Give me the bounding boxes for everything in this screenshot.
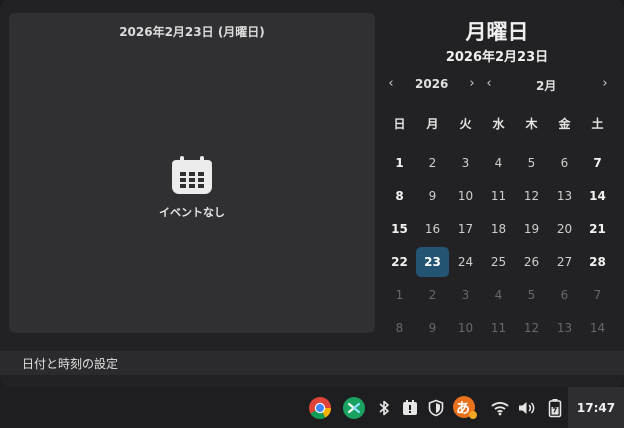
calendar-day[interactable]: 28: [581, 247, 614, 277]
calendar-day[interactable]: 22: [383, 247, 416, 277]
battery-icon[interactable]: [542, 395, 568, 421]
weekday-header: 火: [459, 116, 472, 131]
no-events-label: イベントなし: [159, 206, 225, 219]
calendar-day[interactable]: 4: [482, 148, 515, 178]
calendar-day[interactable]: 11: [482, 313, 515, 343]
weekday-header: 月: [426, 116, 439, 131]
calendar-day[interactable]: 10: [449, 313, 482, 343]
calendar-day[interactable]: 24: [449, 247, 482, 277]
calendar-day[interactable]: 5: [515, 280, 548, 310]
calendar-day[interactable]: 16: [416, 214, 449, 244]
calendar-day[interactable]: 19: [515, 214, 548, 244]
calendar-day[interactable]: 15: [383, 214, 416, 244]
events-panel: 2026年2月23日 (月曜日) イベントなし: [9, 13, 375, 333]
calendar-day[interactable]: 25: [482, 247, 515, 277]
date-time-settings-label: 日付と時刻の設定: [22, 357, 119, 371]
calendar-day[interactable]: 1: [383, 148, 416, 178]
calendar-day[interactable]: 3: [449, 148, 482, 178]
calendar-day[interactable]: 3: [449, 280, 482, 310]
calendar-icon: [170, 156, 214, 200]
weekday-header: 金: [558, 116, 571, 131]
next-month-button[interactable]: ›: [598, 76, 612, 91]
calendar-day[interactable]: 13: [548, 313, 581, 343]
weekday-header: 木: [525, 116, 538, 131]
calendar-day[interactable]: 7: [581, 280, 614, 310]
calendar-day[interactable]: 21: [581, 214, 614, 244]
notification-icon[interactable]: [397, 395, 423, 421]
calendar-day[interactable]: 5: [515, 148, 548, 178]
calendar-day[interactable]: 14: [581, 313, 614, 343]
calendar-day[interactable]: 18: [482, 214, 515, 244]
volume-icon[interactable]: [514, 395, 540, 421]
calendar-day[interactable]: 12: [515, 313, 548, 343]
remote-desktop-icon[interactable]: [341, 395, 367, 421]
calendar-day[interactable]: 14: [581, 181, 614, 211]
taskbar: あ 17:47: [0, 387, 624, 428]
calendar-day[interactable]: 6: [548, 280, 581, 310]
calendar-day[interactable]: 12: [515, 181, 548, 211]
weekday-header: 日: [393, 116, 406, 131]
calendar-day[interactable]: 7: [581, 148, 614, 178]
ime-glyph: あ: [456, 401, 470, 417]
calendar-day[interactable]: 17: [449, 214, 482, 244]
no-events-placeholder: イベントなし: [9, 156, 375, 220]
calendar-day[interactable]: 1: [383, 280, 416, 310]
current-weekday: 月曜日: [465, 20, 529, 44]
calendar-day[interactable]: 8: [383, 313, 416, 343]
weekday-header: 土: [591, 116, 604, 131]
calendar-day[interactable]: 8: [383, 181, 416, 211]
calendar-day[interactable]: 20: [548, 214, 581, 244]
calendar-day[interactable]: 13: [548, 181, 581, 211]
next-year-button[interactable]: ›: [465, 76, 479, 91]
calendar-day[interactable]: 27: [548, 247, 581, 277]
calendar-day[interactable]: 2: [416, 148, 449, 178]
calendar-day[interactable]: 9: [416, 313, 449, 343]
calendar-widget: 月曜日 2026年2月23日 ‹ 2026 › ‹ 2月 › 日月火水木金土12…: [380, 0, 624, 340]
clock-time: 17:47: [576, 400, 616, 415]
prev-month-button[interactable]: ‹: [482, 76, 496, 91]
year-label: 2026: [415, 77, 449, 91]
calendar-day[interactable]: 10: [449, 181, 482, 211]
calendar-day[interactable]: 11: [482, 181, 515, 211]
calendar-day[interactable]: 4: [482, 280, 515, 310]
weekday-header: 水: [492, 116, 505, 131]
chrome-icon[interactable]: [307, 395, 333, 421]
clock-button[interactable]: 17:47: [568, 387, 624, 428]
bluetooth-icon[interactable]: [371, 395, 397, 421]
wifi-icon[interactable]: [487, 395, 513, 421]
prev-year-button[interactable]: ‹: [384, 76, 398, 91]
calendar-day[interactable]: 6: [548, 148, 581, 178]
calendar-day[interactable]: 9: [416, 181, 449, 211]
shield-icon[interactable]: [423, 395, 449, 421]
date-time-settings-button[interactable]: 日付と時刻の設定: [0, 351, 624, 375]
month-label: 2月: [536, 79, 557, 93]
calendar-day[interactable]: 2: [416, 280, 449, 310]
calendar-popup: 2026年2月23日 (月曜日) イベントなし 月曜日 2026年2月23日 ‹…: [0, 0, 624, 387]
events-date-header: 2026年2月23日 (月曜日): [119, 25, 265, 39]
calendar-day-today[interactable]: 23: [416, 247, 449, 277]
ime-icon[interactable]: あ: [452, 395, 478, 421]
calendar-day[interactable]: 26: [515, 247, 548, 277]
current-date: 2026年2月23日: [445, 50, 549, 65]
